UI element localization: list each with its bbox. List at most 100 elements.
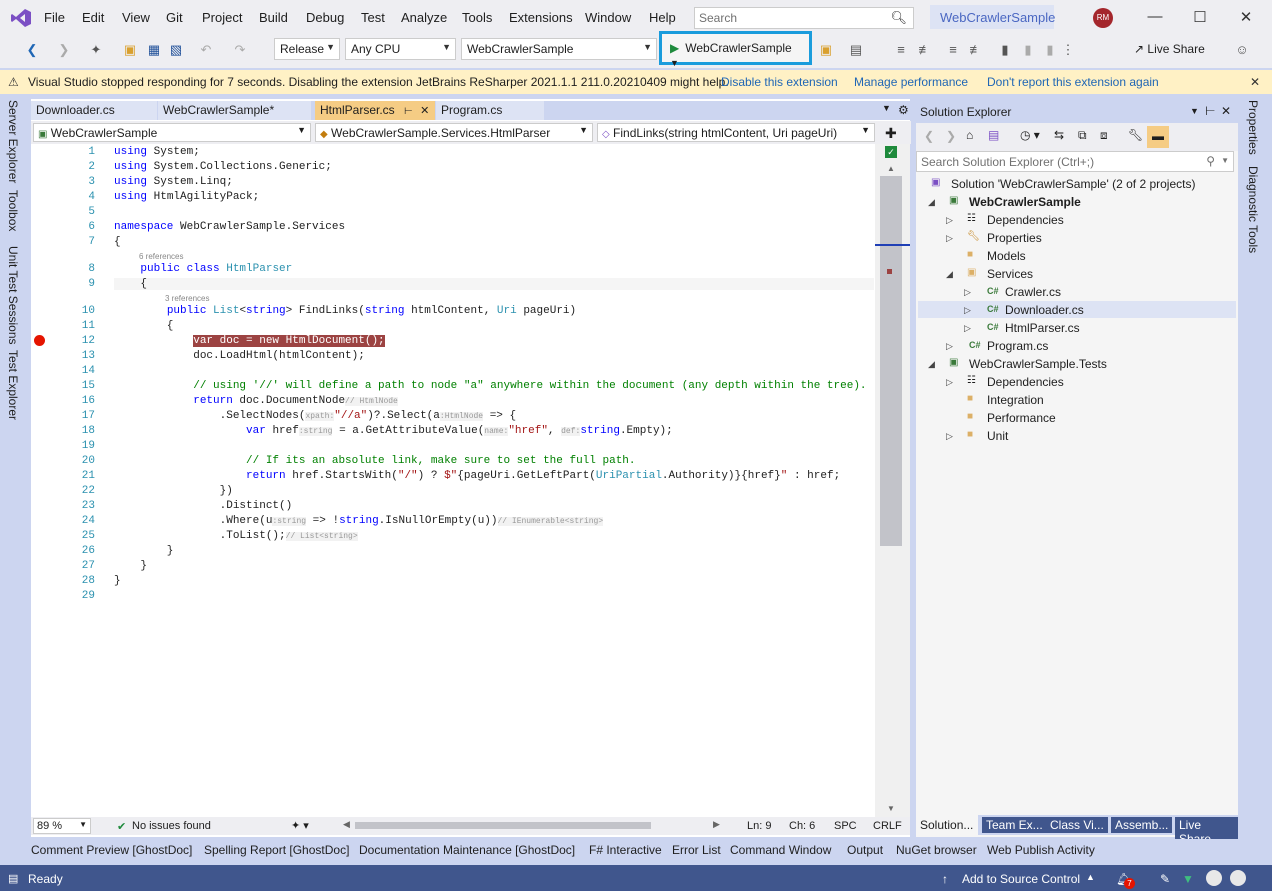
switch-views-icon[interactable]: ▤ [988, 128, 999, 142]
collapsed-caret-icon[interactable]: ▷ [946, 341, 953, 352]
class-nav-dropdown[interactable]: ◆ WebCrawlerSample.Services.HtmlParser ▼ [315, 123, 593, 142]
whitespace-indicator[interactable]: SPC [834, 820, 857, 832]
menu-git[interactable]: Git [166, 10, 183, 25]
properties-icon[interactable]: 🔧︎ [1128, 128, 1143, 142]
menu-analyze[interactable]: Analyze [401, 10, 447, 25]
expanded-caret-icon[interactable]: ◢ [946, 269, 953, 280]
forward-icon[interactable]: ❯ [946, 129, 956, 143]
step-over-icon[interactable]: ≢ [917, 42, 933, 57]
tab-output[interactable]: Output [847, 843, 883, 857]
collapse-all-icon[interactable]: ⧉ [1078, 128, 1087, 143]
save-icon[interactable]: ▦ [146, 42, 162, 58]
tree-item-models[interactable]: Models [987, 249, 1026, 263]
tree-item-properties[interactable]: Properties [987, 231, 1042, 245]
menu-extensions[interactable]: Extensions [509, 10, 573, 25]
tab-diagnostic-tools[interactable]: Diagnostic Tools [1246, 166, 1260, 253]
tree-item-test-dependencies[interactable]: Dependencies [987, 375, 1064, 389]
tab-fsharp-interactive[interactable]: F# Interactive [589, 843, 662, 857]
breakpoint-icon[interactable] [34, 335, 45, 346]
home-icon[interactable]: ⌂ [966, 128, 973, 142]
save-all-icon[interactable]: ▧ [168, 42, 184, 58]
tab-program[interactable]: Program.cs [436, 101, 544, 120]
column-indicator[interactable]: Ch: 6 [789, 820, 815, 832]
visual-studio-logo-icon[interactable] [10, 8, 32, 28]
codelens-references[interactable]: 3 references [165, 294, 209, 303]
scroll-down-icon[interactable]: ▼ [887, 804, 895, 813]
tab-downloader[interactable]: Downloader.cs [31, 101, 157, 120]
close-icon[interactable]: ✕ [420, 105, 429, 117]
tree-item-performance[interactable]: Performance [987, 411, 1056, 425]
menu-project[interactable]: Project [202, 10, 242, 25]
expanded-caret-icon[interactable]: ◢ [928, 197, 935, 208]
tree-item-program[interactable]: Program.cs [987, 339, 1048, 353]
collapsed-caret-icon[interactable]: ▷ [946, 431, 953, 442]
tab-class-view[interactable]: Class Vi... [1046, 817, 1108, 833]
startup-project-select[interactable]: WebCrawlerSample ▼ [461, 38, 657, 60]
new-project-icon[interactable]: ✦ [88, 42, 104, 58]
tree-item-dependencies[interactable]: Dependencies [987, 213, 1064, 227]
tab-test-explorer[interactable]: Test Explorer [6, 350, 20, 420]
menu-test[interactable]: Test [361, 10, 385, 25]
tab-comment-preview[interactable]: Comment Preview [GhostDoc] [31, 843, 192, 857]
expanded-caret-icon[interactable]: ◢ [928, 359, 935, 370]
collapsed-caret-icon[interactable]: ▷ [964, 287, 971, 298]
browser-icon[interactable]: ▤ [848, 42, 864, 58]
start-debugging-button[interactable]: ▶ WebCrawlerSample ▼ [662, 34, 809, 68]
tab-web-publish-activity[interactable]: Web Publish Activity [987, 843, 1095, 857]
tab-documentation-maintenance[interactable]: Documentation Maintenance [GhostDoc] [359, 843, 575, 857]
tree-item-solution[interactable]: Solution 'WebCrawlerSample' (2 of 2 proj… [951, 177, 1195, 191]
minimize-icon[interactable]: — [1146, 8, 1164, 25]
issues-status[interactable]: No issues found [132, 820, 211, 832]
bookmark-icon[interactable]: ▮ [997, 42, 1013, 58]
pin-icon[interactable]: ⊢ [404, 106, 413, 117]
menu-debug[interactable]: Debug [306, 10, 344, 25]
manage-performance-link[interactable]: Manage performance [854, 75, 968, 89]
solution-search-input[interactable]: Search Solution Explorer (Ctrl+;) ⚲ ▼ [916, 151, 1234, 172]
feedback-icon[interactable]: ☺ [1234, 42, 1250, 57]
collapsed-caret-icon[interactable]: ▷ [946, 215, 953, 226]
step-icon[interactable]: ≡ [893, 42, 909, 57]
collapsed-caret-icon[interactable]: ▷ [946, 233, 953, 244]
edit-icon[interactable]: ✎ [1160, 872, 1170, 886]
tab-server-explorer[interactable]: Server Explorer [6, 100, 20, 183]
folder-search-icon[interactable]: ▣ [818, 42, 834, 58]
breakpoint-gutter[interactable] [31, 144, 47, 817]
next-bookmark-icon[interactable]: ▮ [1042, 42, 1058, 58]
tab-command-window[interactable]: Command Window [730, 843, 831, 857]
tab-htmlparser[interactable]: HtmlParser.cs ⊢ ✕ [315, 101, 435, 120]
codelens-references[interactable]: 6 references [139, 252, 183, 261]
avatar[interactable]: RM [1093, 8, 1113, 28]
platform-select[interactable]: Any CPU ▼ [345, 38, 456, 60]
pending-changes-icon[interactable]: ◷ ▾ [1020, 128, 1040, 142]
member-nav-dropdown[interactable]: ◇ FindLinks(string htmlContent, Uri page… [597, 123, 875, 142]
scroll-up-icon[interactable]: ▲ [887, 164, 895, 173]
tree-item-tests-project[interactable]: WebCrawlerSample.Tests [969, 357, 1107, 371]
prev-bookmark-icon[interactable]: ▮ [1020, 42, 1036, 58]
collapsed-caret-icon[interactable]: ▷ [946, 377, 953, 388]
menu-tools[interactable]: Tools [462, 10, 492, 25]
gear-icon[interactable]: ⚙ [893, 101, 914, 120]
split-editor-icon[interactable]: ✚ [881, 123, 907, 142]
tree-item-webcrawlersample[interactable]: WebCrawlerSample [969, 195, 1081, 209]
uncomment-icon[interactable]: ≢ [968, 42, 984, 57]
tab-solution-explorer[interactable]: Solution... [916, 815, 978, 835]
line-ending-indicator[interactable]: CRLF [873, 820, 902, 832]
code-area[interactable]: 1 2 3 4 5 6 7 8 9 10 11 12 13 14 15 16 1… [47, 144, 875, 817]
line-indicator[interactable]: Ln: 9 [747, 820, 771, 832]
vue-icon[interactable]: ▼ [1182, 872, 1194, 886]
chevron-down-icon[interactable]: ▼ [1190, 106, 1199, 116]
menu-edit[interactable]: Edit [82, 10, 104, 25]
show-all-files-icon[interactable]: ⧈ [1100, 128, 1108, 143]
maximize-icon[interactable]: ☐ [1191, 8, 1209, 26]
tab-spelling-report[interactable]: Spelling Report [GhostDoc] [204, 843, 349, 857]
account-status-icon[interactable] [1230, 870, 1246, 886]
close-icon[interactable]: ✕ [1250, 75, 1260, 89]
tab-webcrawlersample-csproj[interactable]: WebCrawlerSample* [158, 101, 311, 120]
code-cleanup-icon[interactable]: ✦ ▾ [291, 819, 309, 832]
scroll-left-icon[interactable]: ◀ [343, 819, 350, 830]
zoom-select[interactable]: 89 % ▼ [33, 818, 91, 834]
dont-report-link[interactable]: Don't report this extension again [987, 75, 1159, 89]
menu-window[interactable]: Window [585, 10, 631, 25]
close-icon[interactable]: ✕ [1221, 104, 1231, 118]
tree-item-integration[interactable]: Integration [987, 393, 1044, 407]
